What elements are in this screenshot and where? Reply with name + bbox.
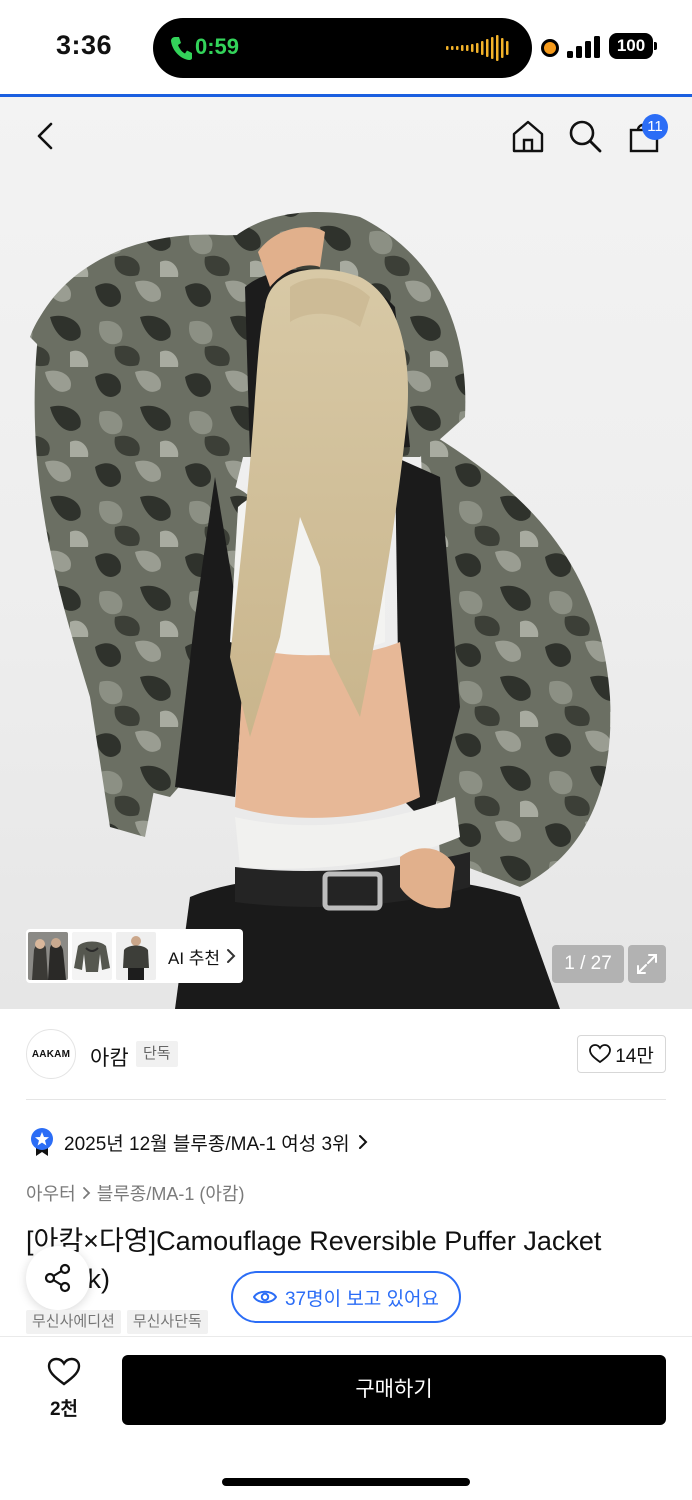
search-button[interactable] xyxy=(563,114,607,158)
star-medal-icon xyxy=(31,1128,53,1156)
battery-level: 100 xyxy=(609,33,653,59)
ai-thumb-3 xyxy=(116,932,156,980)
status-bar: 3:36 0:59 100 xyxy=(0,0,692,97)
live-viewers-badge: 37명이 보고 있어요 xyxy=(231,1271,461,1323)
brand-like-button[interactable]: 14만 xyxy=(577,1035,666,1073)
image-counter: 1 / 27 xyxy=(552,945,624,983)
waveform-icon xyxy=(446,35,509,61)
chevron-right-icon xyxy=(82,1187,90,1199)
call-duration: 0:59 xyxy=(195,34,240,59)
heart-icon xyxy=(47,1357,81,1386)
home-icon xyxy=(512,120,544,153)
brand-like-count: 14만 xyxy=(615,1045,654,1067)
ai-recommend-button[interactable]: AI 추천 xyxy=(26,929,243,983)
cart-count-badge: 11 xyxy=(642,114,668,140)
wishlist-count: 2천 xyxy=(49,1399,79,1420)
breadcrumb: 아우터 블루종/MA-1 (아캄) xyxy=(26,1180,244,1206)
breadcrumb-level-2[interactable]: 블루종/MA-1 (아캄) xyxy=(97,1180,245,1206)
product-tag: 무신사단독 xyxy=(126,1310,208,1334)
product-photo xyxy=(30,212,611,1009)
expand-image-button[interactable] xyxy=(628,945,666,983)
divider xyxy=(26,1099,666,1100)
home-indicator[interactable] xyxy=(222,1478,470,1486)
heart-icon xyxy=(589,1044,612,1064)
brand-name[interactable]: 아캄 xyxy=(90,1042,129,1072)
ai-recommend-label: AI 추천 xyxy=(168,948,221,968)
product-tag: 무신사에디션 xyxy=(26,1310,121,1334)
ranking-text: 2025년 12월 블루종/MA-1 여성 3위 xyxy=(64,1133,350,1155)
status-time: 3:36 xyxy=(56,30,113,60)
brand-logo[interactable]: AAKAM xyxy=(26,1029,76,1079)
eye-icon xyxy=(252,1290,277,1304)
signal-icon xyxy=(567,36,600,58)
breadcrumb-level-1[interactable]: 아우터 xyxy=(26,1180,76,1206)
phone-icon xyxy=(171,37,192,60)
product-tags: 무신사에디션 무신사단독 xyxy=(26,1310,208,1334)
wishlist-button[interactable]: 2천 xyxy=(34,1357,94,1421)
ai-thumb-1 xyxy=(28,932,68,980)
battery-icon: 100 xyxy=(609,33,657,59)
dynamic-island-call[interactable]: 0:59 xyxy=(153,18,532,78)
buy-button[interactable]: 구매하기 xyxy=(122,1355,666,1425)
chevron-right-icon xyxy=(358,1135,368,1149)
share-icon xyxy=(44,1263,71,1293)
privacy-dot-icon xyxy=(541,39,559,57)
chevron-right-icon xyxy=(227,949,236,963)
share-button[interactable] xyxy=(26,1246,90,1310)
live-viewers-text: 37명이 보고 있어요 xyxy=(284,1288,440,1310)
ai-thumb-2 xyxy=(72,932,112,980)
product-image[interactable] xyxy=(0,97,692,1009)
exclusive-badge: 단독 xyxy=(136,1041,178,1067)
home-button[interactable] xyxy=(506,114,550,158)
back-arrow-icon xyxy=(37,122,53,150)
back-button[interactable] xyxy=(24,114,68,158)
ranking-link[interactable]: 2025년 12월 블루종/MA-1 여성 3위 xyxy=(30,1127,368,1157)
search-icon xyxy=(569,120,602,153)
expand-icon xyxy=(637,954,657,974)
